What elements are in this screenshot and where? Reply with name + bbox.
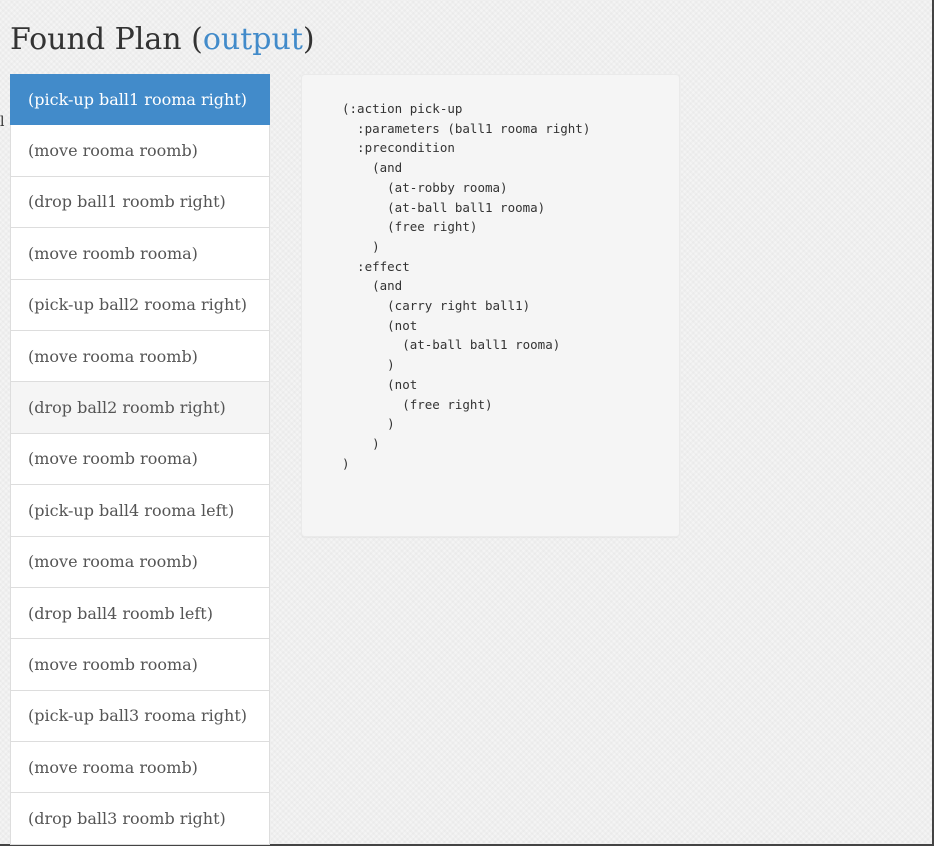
plan-step-item[interactable]: (pick-up ball3 rooma right) <box>10 690 270 743</box>
plan-step-item[interactable]: (drop ball3 roomb right) <box>10 793 270 845</box>
page-title-suffix: ) <box>302 22 315 57</box>
plan-step-item[interactable]: (move roomb rooma) <box>10 639 270 691</box>
plan-step-item[interactable]: (move roomb rooma) <box>10 433 270 486</box>
plan-step-item[interactable]: (drop ball4 roomb left) <box>10 587 270 640</box>
plan-step-item[interactable]: (move rooma roomb) <box>10 330 270 383</box>
action-detail-panel: (:action pick-up :parameters (ball1 room… <box>301 74 680 537</box>
page-title-prefix: Found Plan ( <box>10 22 203 57</box>
plan-step-item[interactable]: (move rooma roomb) <box>10 125 270 177</box>
output-link[interactable]: output <box>203 22 303 57</box>
plan-step-item[interactable]: (drop ball2 roomb right) <box>10 382 270 434</box>
plan-step-item[interactable]: (move rooma roomb) <box>10 536 270 588</box>
plan-step-list: (pick-up ball1 rooma right) (move rooma r… <box>10 74 270 845</box>
plan-step-item[interactable]: (move rooma roomb) <box>10 742 270 794</box>
plan-step-item[interactable]: (pick-up ball2 rooma right) <box>10 279 270 331</box>
plan-step-item[interactable]: (drop ball1 roomb right) <box>10 176 270 229</box>
plan-step-item[interactable]: (move roomb rooma) <box>10 228 270 280</box>
plan-step-item[interactable]: (pick-up ball4 rooma left) <box>10 485 270 537</box>
action-definition-code: (:action pick-up :parameters (ball1 room… <box>342 101 591 471</box>
stray-text: l <box>0 114 5 130</box>
page-title: Found Plan (output) <box>10 16 315 64</box>
plan-step-item[interactable]: (pick-up ball1 rooma right) <box>10 74 270 126</box>
